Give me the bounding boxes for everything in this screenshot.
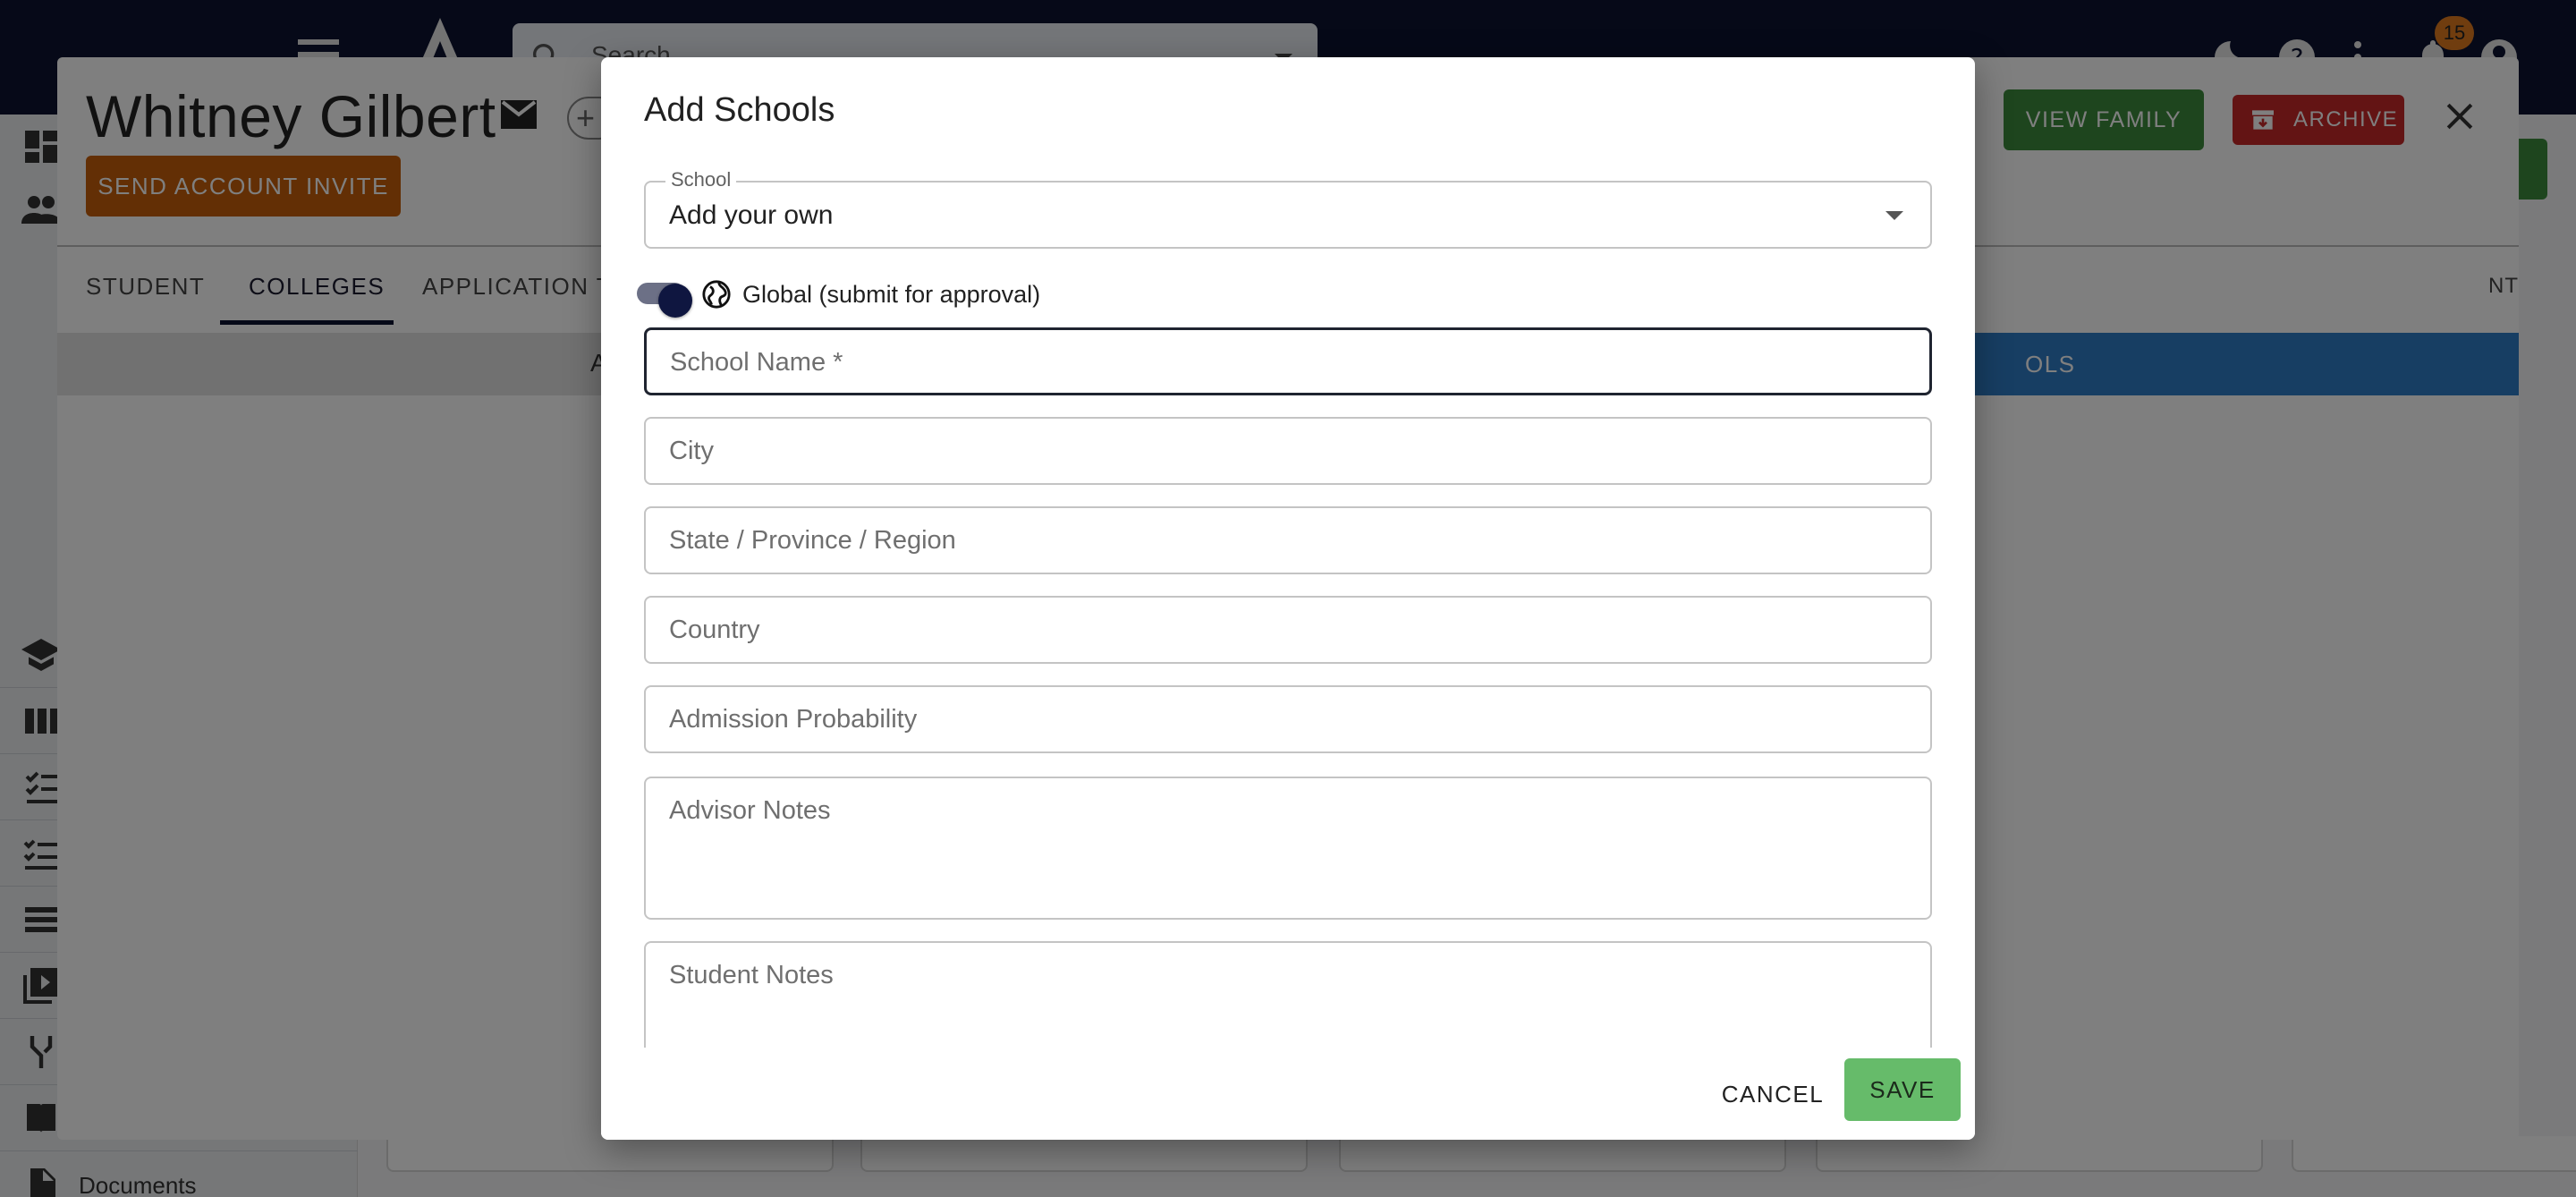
country-placeholder: Country bbox=[669, 615, 760, 644]
student-notes-placeholder: Student Notes bbox=[669, 961, 834, 989]
country-field[interactable]: Country bbox=[644, 596, 1932, 664]
school-select-value: Add your own bbox=[669, 200, 834, 230]
toggle-thumb[interactable] bbox=[658, 284, 692, 318]
globe-icon bbox=[702, 280, 731, 309]
dialog-title: Add Schools bbox=[644, 91, 835, 129]
chevron-down-icon bbox=[1885, 211, 1903, 220]
school-name-placeholder: School Name * bbox=[670, 348, 843, 377]
admission-probability-field[interactable]: Admission Probability bbox=[644, 685, 1932, 753]
global-toggle-row: Global (submit for approval) bbox=[637, 276, 1263, 318]
dialog-actions: CANCEL SAVE bbox=[601, 1048, 1975, 1140]
advisor-notes-field[interactable]: Advisor Notes bbox=[644, 777, 1932, 920]
add-schools-dialog: Add Schools School Add your own Global (… bbox=[601, 57, 1975, 1140]
global-toggle-switch[interactable] bbox=[637, 283, 692, 318]
city-placeholder: City bbox=[669, 437, 714, 465]
school-select[interactable]: School Add your own bbox=[644, 168, 1932, 249]
city-field[interactable]: City bbox=[644, 417, 1932, 485]
school-select-label: School bbox=[665, 168, 737, 191]
advisor-notes-placeholder: Advisor Notes bbox=[669, 796, 831, 825]
save-button[interactable]: SAVE bbox=[1844, 1058, 1961, 1121]
global-toggle-label: Global (submit for approval) bbox=[742, 281, 1041, 308]
admission-probability-placeholder: Admission Probability bbox=[669, 705, 918, 734]
school-name-field[interactable]: School Name * bbox=[644, 327, 1932, 395]
state-field[interactable]: State / Province / Region bbox=[644, 506, 1932, 574]
state-placeholder: State / Province / Region bbox=[669, 526, 956, 555]
cancel-button[interactable]: CANCEL bbox=[1719, 1076, 1826, 1112]
